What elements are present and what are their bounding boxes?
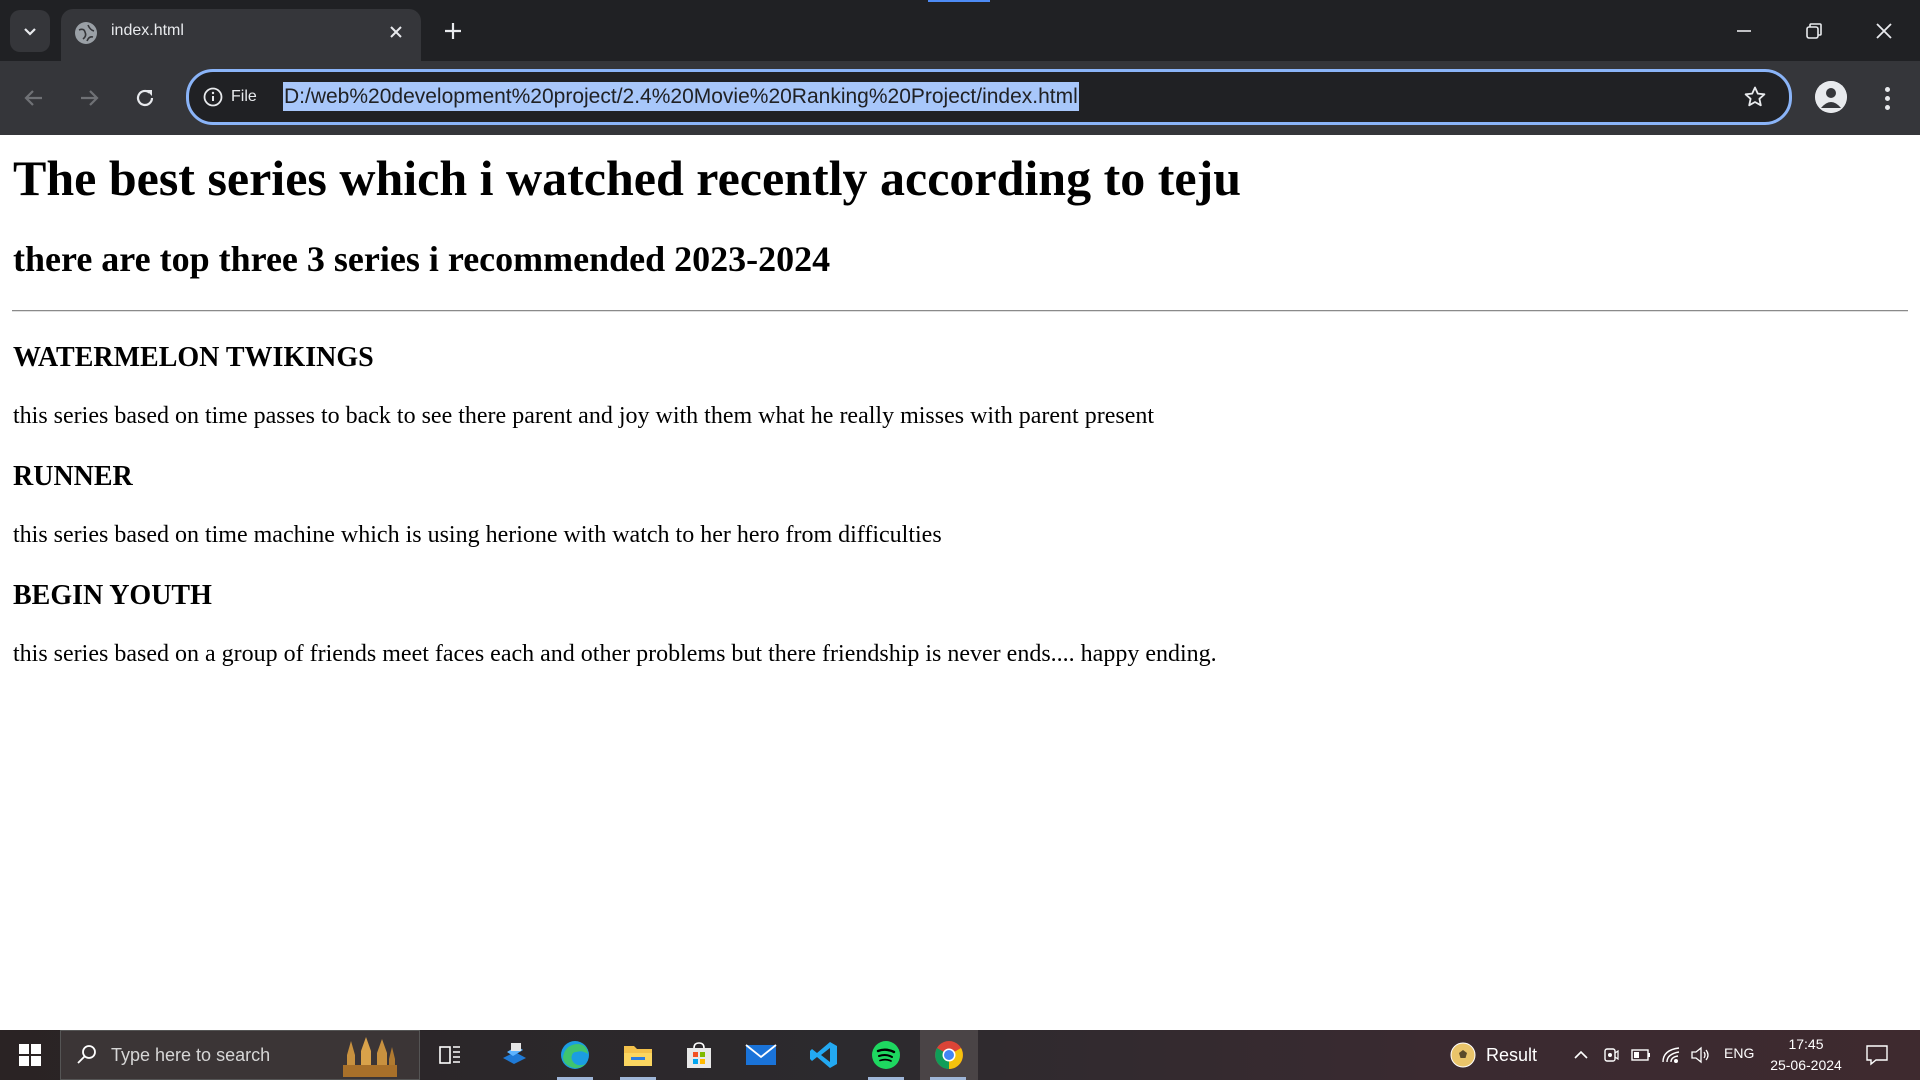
info-icon (203, 87, 223, 107)
volume-icon[interactable] (1690, 1045, 1710, 1065)
taskbar-app-vscode[interactable] (796, 1030, 852, 1080)
chrome-icon (935, 1041, 963, 1069)
globe-icon (75, 22, 97, 44)
page-subtitle: there are top three 3 series i recommend… (13, 239, 831, 279)
taskbar: Type here to search Result ENG 17:45 25-… (0, 1030, 1920, 1080)
bookmark-star-icon[interactable] (1741, 83, 1769, 111)
wifi-icon[interactable] (1661, 1045, 1681, 1065)
edge-icon (561, 1041, 589, 1069)
search-icon (77, 1045, 96, 1064)
browser-tab-strip: index.html (0, 0, 1920, 61)
series-title: RUNNER (13, 461, 133, 492)
weather-widget[interactable]: Result (1450, 1030, 1537, 1080)
soccer-ball-icon (1450, 1042, 1476, 1068)
more-options-icon[interactable] (1872, 79, 1902, 117)
battery-icon[interactable] (1631, 1045, 1651, 1065)
taskbar-app-chrome[interactable] (920, 1030, 978, 1080)
divider (12, 310, 1908, 312)
tab-search-button[interactable] (10, 10, 50, 52)
minimize-button[interactable] (1709, 0, 1779, 61)
folder-icon (624, 1046, 652, 1066)
language-indicator[interactable]: ENG (1724, 1045, 1754, 1061)
series-title: BEGIN YOUTH (13, 580, 212, 611)
task-view-button[interactable] (422, 1030, 478, 1080)
site-info-chip[interactable]: File (203, 82, 257, 112)
arrow-left-icon (24, 90, 42, 106)
mail-icon (745, 1044, 777, 1065)
close-window-button[interactable] (1849, 0, 1919, 61)
start-button[interactable] (0, 1030, 60, 1080)
clock[interactable]: 17:45 25-06-2024 (1766, 1034, 1846, 1076)
url-text[interactable]: D:/web%20development%20project/2.4%20Mov… (283, 82, 1079, 111)
tab-title: index.html (111, 22, 184, 39)
restore-button[interactable] (1779, 0, 1849, 61)
browser-tab[interactable]: index.html (61, 9, 421, 61)
task-view-icon (439, 1046, 460, 1064)
forward-button[interactable] (70, 79, 108, 117)
page-content: The best series which i watched recently… (0, 135, 1920, 1030)
close-icon (1876, 22, 1892, 39)
series-description: this series based on a group of friends … (13, 641, 1217, 667)
taskbar-app-spotify[interactable] (858, 1030, 914, 1080)
plus-icon (445, 23, 461, 39)
chevron-up-icon[interactable] (1571, 1045, 1591, 1065)
restore-icon (1806, 22, 1822, 39)
reload-button[interactable] (126, 79, 164, 117)
file-share-icon (503, 1043, 526, 1064)
spotify-icon (872, 1041, 900, 1069)
taskbar-app-mail[interactable] (733, 1030, 789, 1080)
vscode-icon (810, 1042, 837, 1068)
close-tab-icon[interactable] (383, 19, 409, 45)
taskbar-app-edge[interactable] (547, 1030, 603, 1080)
minimize-icon (1737, 29, 1751, 32)
series-title: WATERMELON TWIKINGS (13, 342, 374, 373)
address-bar[interactable]: File D:/web%20development%20project/2.4%… (186, 69, 1792, 125)
notification-icon[interactable] (1864, 1042, 1890, 1068)
back-button[interactable] (15, 79, 53, 117)
profile-avatar-icon[interactable] (1815, 81, 1847, 113)
taskbar-app-file-explorer[interactable] (610, 1030, 666, 1080)
store-icon (687, 1042, 711, 1068)
taskbar-search-box[interactable]: Type here to search (60, 1030, 420, 1080)
clock-date: 25-06-2024 (1770, 1057, 1842, 1073)
arrow-right-icon (81, 90, 99, 106)
new-tab-button[interactable] (436, 14, 470, 48)
search-highlight-image-icon (343, 1037, 397, 1077)
taskbar-app-store[interactable] (671, 1030, 727, 1080)
reload-icon (136, 89, 154, 107)
series-description: this series based on time passes to back… (13, 403, 1155, 429)
site-info-label: File (231, 88, 257, 105)
series-description: this series based on time machine which … (13, 522, 942, 548)
meet-now-icon[interactable] (1601, 1045, 1621, 1065)
page-title: The best series which i watched recently… (13, 150, 1242, 206)
taskbar-app-share[interactable] (486, 1030, 542, 1080)
windows-logo-icon (19, 1044, 41, 1066)
search-placeholder: Type here to search (111, 1045, 271, 1065)
browser-toolbar: File D:/web%20development%20project/2.4%… (0, 61, 1920, 135)
chevron-down-icon (24, 28, 36, 36)
clock-time: 17:45 (1788, 1036, 1824, 1052)
weather-label: Result (1486, 1044, 1538, 1065)
tab-strip-accent (928, 0, 990, 2)
